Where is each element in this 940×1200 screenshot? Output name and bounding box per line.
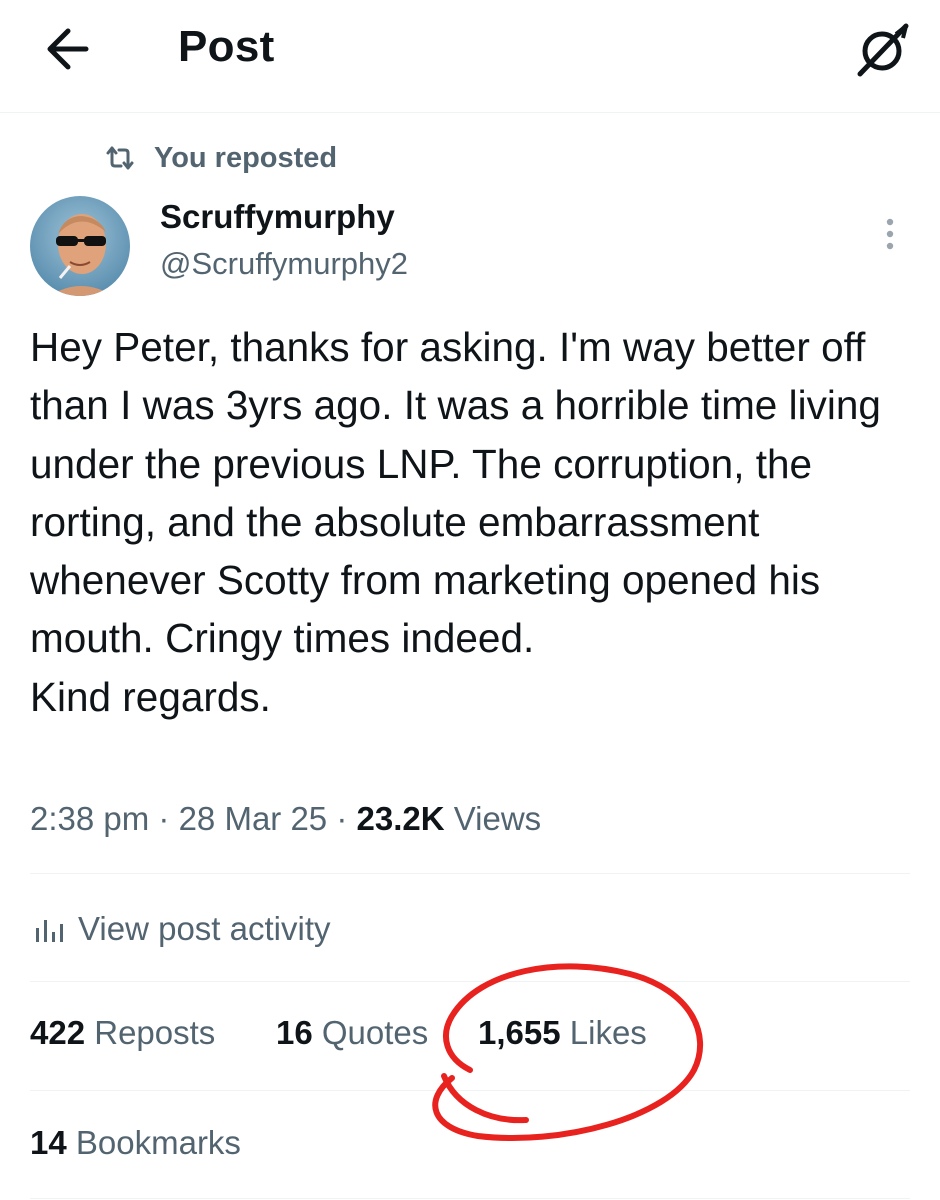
post-page: Post You reposted Scruffymurphy @Scruffy…	[0, 0, 940, 1200]
arrow-left-icon	[47, 28, 89, 70]
quotes-stat[interactable]: 16 Quotes	[276, 1014, 428, 1052]
likes-stat[interactable]: 1,655 Likes	[478, 1014, 647, 1052]
likes-label: Likes	[560, 1014, 647, 1051]
view-post-activity-label: View post activity	[78, 910, 331, 947]
quotes-label: Quotes	[312, 1014, 429, 1051]
bookmarks-stat[interactable]: 14 Bookmarks	[30, 1124, 241, 1162]
views-label: Views	[444, 800, 542, 837]
divider	[30, 1090, 910, 1091]
divider	[30, 981, 910, 982]
tweet-date[interactable]: 28 Mar 25	[179, 800, 328, 837]
avatar-image	[30, 196, 130, 296]
repost-context: You reposted	[104, 138, 337, 178]
meta-separator: ·	[327, 800, 357, 837]
divider	[30, 1198, 910, 1199]
grok-button[interactable]	[850, 18, 914, 82]
analytics-icon	[36, 920, 63, 942]
divider	[30, 873, 910, 874]
author-handle[interactable]: @Scruffymurphy2	[160, 246, 408, 282]
tweet-text: Hey Peter, thanks for asking. I'm way be…	[30, 324, 881, 720]
page-title: Post	[178, 22, 275, 71]
repost-label: You reposted	[154, 141, 338, 174]
more-vertical-icon	[886, 218, 894, 250]
reposts-count: 422	[30, 1014, 86, 1051]
meta-separator: ·	[149, 800, 179, 837]
top-bar: Post	[0, 0, 940, 113]
avatar[interactable]	[30, 196, 130, 296]
tweet-meta: 2:38 pm · 28 Mar 25 · 23.2K Views	[30, 800, 541, 838]
views-count: 23.2K	[356, 800, 445, 837]
tweet-time[interactable]: 2:38 pm	[30, 800, 149, 837]
reposts-stat[interactable]: 422 Reposts	[30, 1014, 215, 1051]
bookmarks-label: Bookmarks	[66, 1124, 241, 1161]
author-name[interactable]: Scruffymurphy	[160, 198, 395, 236]
grok-icon	[857, 23, 909, 77]
likes-count: 1,655	[478, 1014, 561, 1051]
quotes-count: 16	[276, 1014, 313, 1051]
reposts-label: Reposts	[85, 1014, 216, 1051]
bookmarks-count: 14	[30, 1124, 67, 1161]
back-button[interactable]	[34, 18, 104, 80]
engagement-stats: 422 Reposts 16 Quotes 1,655 Likes	[30, 1014, 647, 1052]
view-post-activity-button[interactable]: View post activity	[30, 904, 331, 954]
more-options-button[interactable]	[876, 214, 904, 254]
repost-icon	[106, 146, 134, 170]
